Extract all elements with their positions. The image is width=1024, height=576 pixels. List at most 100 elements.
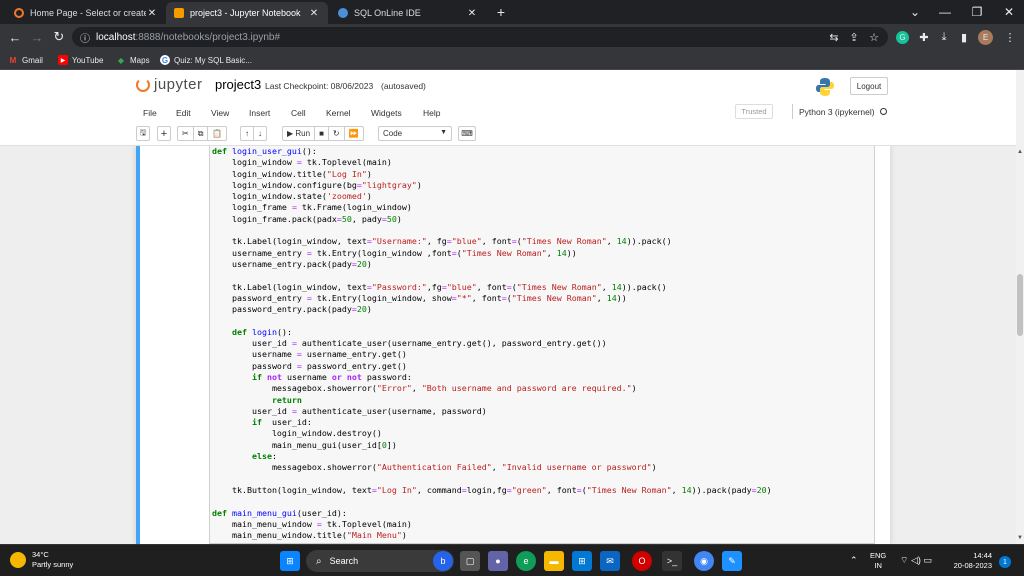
kernel-indicator[interactable]: Python 3 (ipykernel) [792, 104, 887, 119]
header-scroll-gutter [1016, 70, 1024, 146]
code-line: main_menu_window.title("Main Menu") [212, 530, 407, 541]
minimize-button[interactable]: — [930, 0, 960, 24]
code-line: tk.Label(login_window, text="Password:",… [212, 281, 667, 292]
logout-button[interactable]: Logout [850, 77, 888, 95]
tab-search-icon[interactable]: ⌄ [900, 0, 930, 24]
site-info-icon[interactable]: ⓘ [80, 30, 90, 45]
notification-badge[interactable]: 1 [999, 556, 1011, 568]
jupyter-logo[interactable]: jupyter [136, 76, 203, 93]
close-icon[interactable]: ✕ [146, 8, 158, 19]
paste-button[interactable]: 📋 [208, 127, 226, 140]
cut-button[interactable]: ✂ [178, 127, 194, 140]
code-cell-editor[interactable]: def login_user_gui(): login_window = tk.… [209, 146, 875, 544]
forward-button[interactable]: → [28, 28, 46, 46]
notebook-name[interactable]: project3 [215, 77, 261, 92]
code-line: login_window = tk.Toplevel(main) [212, 157, 392, 168]
clock[interactable]: 14:44 20-08-2023 [948, 551, 992, 571]
menu-widgets[interactable]: Widgets [371, 108, 402, 118]
language-indicator[interactable]: ENG IN [870, 551, 886, 571]
task-view-icon[interactable]: ▢ [460, 551, 480, 571]
bookmark-maps[interactable]: ◆ Maps [116, 53, 150, 67]
tab-label: project3 - Jupyter Notebook [190, 8, 301, 18]
trusted-indicator[interactable]: Trusted [735, 104, 773, 119]
bookmark-gmail[interactable]: M Gmail [8, 53, 43, 67]
scroll-up-icon[interactable]: ▲ [1016, 148, 1024, 156]
menu-cell[interactable]: Cell [291, 108, 306, 118]
menu-edit[interactable]: Edit [176, 108, 191, 118]
browser-menu-icon[interactable]: ⋮ [1002, 29, 1018, 45]
reload-button[interactable]: ↻ [50, 28, 68, 46]
menu-file[interactable]: File [143, 108, 157, 118]
window-close-button[interactable]: ✕ [994, 0, 1024, 24]
browser-tab-strip: Home Page - Select or create a n ✕ proje… [0, 0, 1024, 24]
paint-icon[interactable]: ✎ [722, 551, 742, 571]
notebook-area: def login_user_gui(): login_window = tk.… [0, 146, 1016, 544]
cell-type-select[interactable]: Code ▼ [378, 126, 452, 141]
interrupt-button[interactable]: ■ [315, 127, 329, 140]
save-button[interactable]: 🖫 [136, 126, 150, 141]
close-icon[interactable]: ✕ [466, 8, 478, 19]
menu-insert[interactable]: Insert [249, 108, 270, 118]
taskbar-search[interactable]: ⌕ Search [306, 550, 454, 572]
bookmark-star-icon[interactable]: ☆ [866, 29, 882, 45]
run-button[interactable]: ▶ Run [283, 127, 316, 140]
selected-cell-indicator [136, 146, 140, 544]
menu-kernel[interactable]: Kernel [326, 108, 351, 118]
extensions-puzzle-icon[interactable]: ✚ [916, 29, 932, 45]
back-button[interactable]: ← [6, 28, 24, 46]
bing-icon[interactable]: b [433, 551, 453, 571]
menu-view[interactable]: View [211, 108, 229, 118]
page-scrollbar[interactable]: ▲ ▼ [1016, 146, 1024, 544]
insert-cell-button[interactable]: + [157, 126, 171, 141]
restart-button[interactable]: ↻ [329, 127, 345, 140]
tab-sql-online-ide[interactable]: SQL OnLine IDE ✕ [330, 2, 486, 24]
jupyter-wordmark: jupyter [154, 76, 203, 93]
address-bar[interactable]: ⓘ localhost:8888/notebooks/project3.ipyn… [72, 27, 888, 47]
code-line: login_frame.pack(padx=50, pady=50) [212, 213, 402, 224]
edge-icon[interactable]: e [516, 551, 536, 571]
scrollbar-thumb[interactable] [1017, 274, 1023, 336]
move-up-button[interactable]: ↑ [241, 127, 254, 140]
profile-avatar[interactable]: E [978, 30, 993, 45]
copy-button[interactable]: ⧉ [194, 127, 209, 140]
tab-project3[interactable]: project3 - Jupyter Notebook ✕ [166, 2, 328, 24]
tab-home-page[interactable]: Home Page - Select or create a n ✕ [6, 2, 166, 24]
start-button[interactable]: ⊞ [280, 551, 300, 571]
bookmark-quiz-mysql[interactable]: G Quiz: My SQL Basic... [160, 53, 252, 67]
code-line: main_menu_gui(user_id[0]) [212, 439, 397, 450]
restart-run-all-button[interactable]: ⏩ [345, 127, 363, 140]
translate-icon[interactable]: ⇆ [826, 29, 842, 45]
sql-favicon-icon [338, 8, 348, 18]
python-logo-icon [816, 78, 834, 96]
file-explorer-icon[interactable]: ▬ [544, 551, 564, 571]
scroll-down-icon[interactable]: ▼ [1016, 534, 1024, 542]
bookmark-youtube[interactable]: ▶ YouTube [58, 53, 103, 67]
mail-icon[interactable]: ✉ [600, 551, 620, 571]
new-tab-button[interactable]: + [486, 0, 516, 24]
weather-widget[interactable]: 34°C Partly sunny [10, 550, 73, 570]
code-line: def login_user_gui(): [212, 146, 317, 156]
kernel-idle-icon [879, 108, 887, 115]
share-icon[interactable]: ⇪ [846, 29, 862, 45]
tray-overflow-icon[interactable]: ⌃ [850, 555, 858, 566]
opera-icon[interactable]: O [632, 551, 652, 571]
side-panel-icon[interactable]: ▮ [956, 29, 972, 45]
code-line: login_window.state('zoomed') [212, 191, 372, 202]
close-icon[interactable]: ✕ [308, 8, 320, 19]
teams-icon[interactable]: ● [488, 551, 508, 571]
download-icon[interactable]: ⤓ [936, 29, 952, 45]
store-icon[interactable]: ⊞ [572, 551, 592, 571]
code-line: else: [212, 451, 277, 462]
clock-date: 20-08-2023 [953, 561, 992, 570]
move-down-button[interactable]: ↓ [254, 127, 266, 140]
code-line: password_entry.pack(pady=20) [212, 304, 372, 315]
autosave-status: (autosaved) [381, 81, 426, 91]
move-group: ↑ ↓ [240, 126, 267, 141]
network-volume-battery-icon[interactable]: ⌔ ◁) ▭ [900, 555, 932, 566]
restore-button[interactable]: ❐ [962, 0, 992, 24]
terminal-icon[interactable]: >_ [662, 551, 682, 571]
chrome-icon[interactable]: ◉ [694, 551, 714, 571]
command-palette-button[interactable]: ⌨ [458, 126, 476, 141]
menu-help[interactable]: Help [423, 108, 440, 118]
grammarly-icon[interactable]: G [896, 31, 909, 44]
